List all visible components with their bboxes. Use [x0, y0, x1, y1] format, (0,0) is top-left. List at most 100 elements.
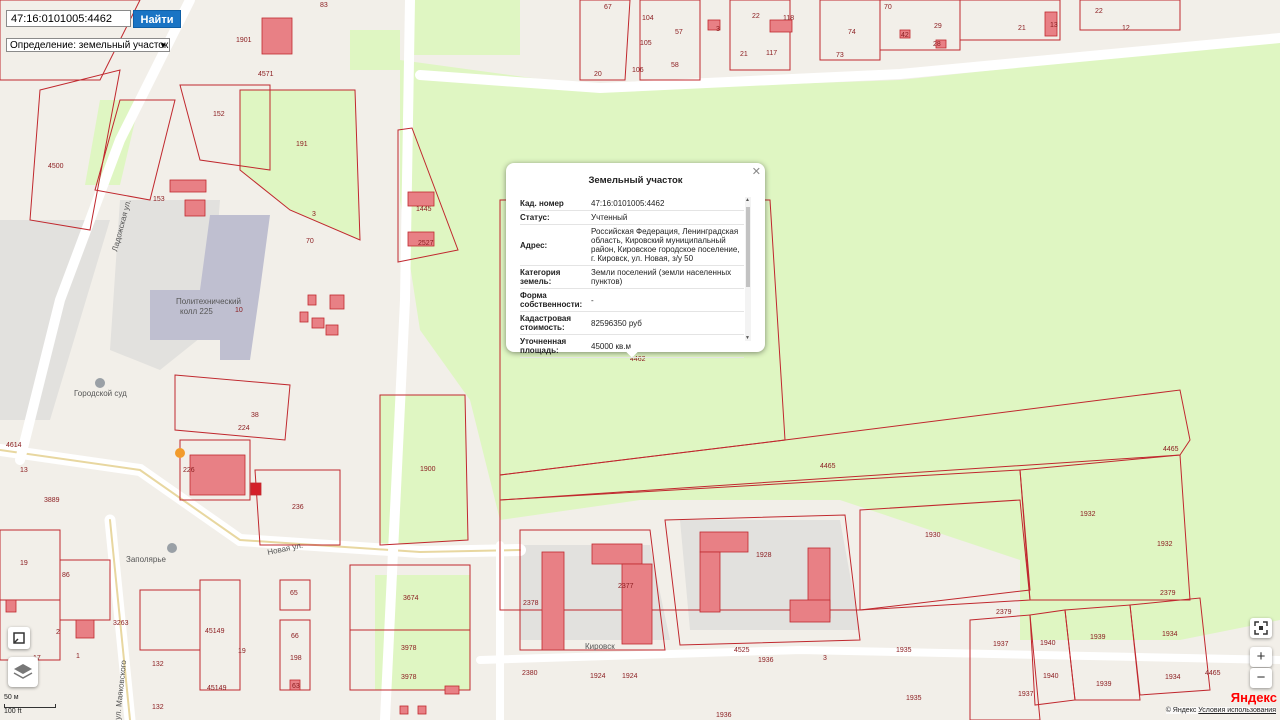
- svg-text:2527: 2527: [418, 240, 434, 247]
- attribution: © Яндекс Условия использования: [1165, 707, 1276, 714]
- svg-text:3: 3: [312, 211, 316, 218]
- svg-text:29: 29: [934, 23, 942, 30]
- svg-text:2379: 2379: [1160, 590, 1176, 597]
- svg-text:74: 74: [848, 29, 856, 36]
- row-value: Учтенный: [590, 210, 744, 225]
- cadastral-number-input[interactable]: 47:16:0101005:4462: [6, 10, 131, 27]
- svg-text:Политехнический: Политехнический: [176, 297, 241, 306]
- svg-text:19: 19: [238, 648, 246, 655]
- svg-text:236: 236: [292, 504, 304, 511]
- row-value: Российская Федерация, Ленинградская обла…: [590, 224, 744, 266]
- svg-text:1934: 1934: [1165, 674, 1181, 681]
- scale-bar: 50 м 100 ft: [4, 694, 56, 715]
- svg-text:22: 22: [1095, 8, 1103, 15]
- svg-text:2: 2: [56, 629, 60, 636]
- svg-text:1936: 1936: [716, 712, 732, 719]
- svg-text:226: 226: [183, 467, 195, 474]
- svg-text:3978: 3978: [401, 645, 417, 652]
- svg-text:28: 28: [933, 41, 941, 48]
- svg-text:4571: 4571: [258, 71, 274, 78]
- svg-text:105: 105: [640, 40, 652, 47]
- svg-text:1934: 1934: [1162, 631, 1178, 638]
- svg-text:118: 118: [783, 15, 794, 22]
- svg-text:21: 21: [740, 51, 748, 58]
- svg-text:1900: 1900: [420, 466, 436, 473]
- row-key: Уточненная площадь:: [520, 334, 590, 358]
- svg-text:1939: 1939: [1096, 681, 1112, 688]
- svg-text:19: 19: [20, 560, 28, 567]
- parcel-info-table: Кад. номер 47:16:0101005:4462 Статус: Учте…: [520, 197, 744, 358]
- fullscreen-button[interactable]: [1250, 618, 1272, 638]
- svg-text:198: 198: [290, 655, 302, 662]
- geolocation-button[interactable]: [8, 627, 30, 649]
- svg-text:1932: 1932: [1157, 541, 1173, 548]
- svg-text:42: 42: [901, 32, 909, 39]
- scrollbar-thumb[interactable]: [746, 207, 750, 287]
- svg-text:4465: 4465: [1205, 670, 1221, 677]
- table-row: Форма собственности: -: [520, 288, 744, 312]
- svg-text:12: 12: [1122, 25, 1130, 32]
- shop-icon: [175, 448, 185, 458]
- svg-text:63: 63: [292, 683, 300, 690]
- row-value: 47:16:0101005:4462: [590, 197, 744, 211]
- zoom-in-button[interactable]: +: [1250, 647, 1272, 667]
- popup-title: Земельный участок: [588, 175, 683, 186]
- svg-text:Заполярье: Заполярье: [126, 555, 167, 564]
- svg-text:1901: 1901: [236, 37, 252, 44]
- svg-text:4525: 4525: [734, 647, 750, 654]
- svg-text:38: 38: [251, 412, 259, 419]
- definition-value: земельный участок: [78, 40, 169, 51]
- scroll-up-icon[interactable]: ▲: [745, 197, 750, 203]
- svg-text:70: 70: [306, 238, 314, 245]
- svg-text:1936: 1936: [758, 657, 774, 664]
- svg-text:132: 132: [152, 704, 164, 711]
- svg-text:1935: 1935: [906, 695, 922, 702]
- svg-text:1: 1: [76, 653, 80, 660]
- svg-text:65: 65: [290, 590, 298, 597]
- definition-select[interactable]: Определение: земельный участок ▼: [6, 38, 170, 52]
- find-button[interactable]: Найти: [133, 10, 181, 28]
- layers-button[interactable]: [8, 657, 38, 687]
- svg-text:3889: 3889: [44, 497, 60, 504]
- row-value: -: [590, 288, 744, 312]
- svg-text:1940: 1940: [1040, 640, 1056, 647]
- svg-text:83: 83: [320, 2, 328, 9]
- fullscreen-icon: [1254, 621, 1268, 635]
- svg-text:4614: 4614: [6, 442, 22, 449]
- cadastral-map[interactable]: 1901 4571 152 191 4500 153 70 1445 2527 …: [0, 0, 1280, 720]
- svg-text:3: 3: [823, 655, 827, 662]
- row-key: Адрес:: [520, 224, 590, 266]
- terms-link[interactable]: Условия использования: [1198, 707, 1276, 714]
- svg-text:2379: 2379: [996, 609, 1012, 616]
- geolocation-icon: [13, 632, 25, 644]
- svg-text:1940: 1940: [1043, 673, 1059, 680]
- svg-text:70: 70: [884, 4, 892, 11]
- svg-text:Городской суд: Городской суд: [74, 389, 127, 398]
- layers-icon: [13, 664, 33, 679]
- copyright-text: © Яндекс: [1165, 707, 1197, 714]
- scale-label-alt: 100 ft: [4, 708, 22, 715]
- svg-text:Кировск: Кировск: [585, 642, 615, 651]
- definition-label: Определение:: [10, 40, 77, 51]
- svg-text:1924: 1924: [590, 673, 606, 680]
- table-row: Кад. номер 47:16:0101005:4462: [520, 197, 744, 211]
- popup-scrollbar[interactable]: ▲ ▼: [745, 197, 751, 341]
- table-row: Адрес: Российская Федерация, Ленинградска…: [520, 224, 744, 266]
- scroll-down-icon[interactable]: ▼: [745, 335, 750, 341]
- row-key: Категория земель:: [520, 265, 590, 289]
- row-value: 45000 кв.м: [590, 334, 744, 358]
- svg-text:13: 13: [20, 467, 28, 474]
- svg-text:1930: 1930: [925, 532, 941, 539]
- svg-text:1928: 1928: [756, 552, 772, 559]
- svg-text:2380: 2380: [522, 670, 538, 677]
- svg-text:10: 10: [235, 307, 243, 314]
- svg-text:4500: 4500: [48, 163, 64, 170]
- zoom-out-button[interactable]: −: [1250, 668, 1272, 688]
- svg-text:152: 152: [213, 111, 225, 118]
- svg-text:3978: 3978: [401, 674, 417, 681]
- svg-text:1445: 1445: [416, 206, 432, 213]
- court-icon: [95, 378, 105, 388]
- svg-text:4465: 4465: [1163, 446, 1179, 453]
- scale-label: 50 м: [4, 694, 19, 701]
- svg-text:колл 225: колл 225: [180, 307, 213, 316]
